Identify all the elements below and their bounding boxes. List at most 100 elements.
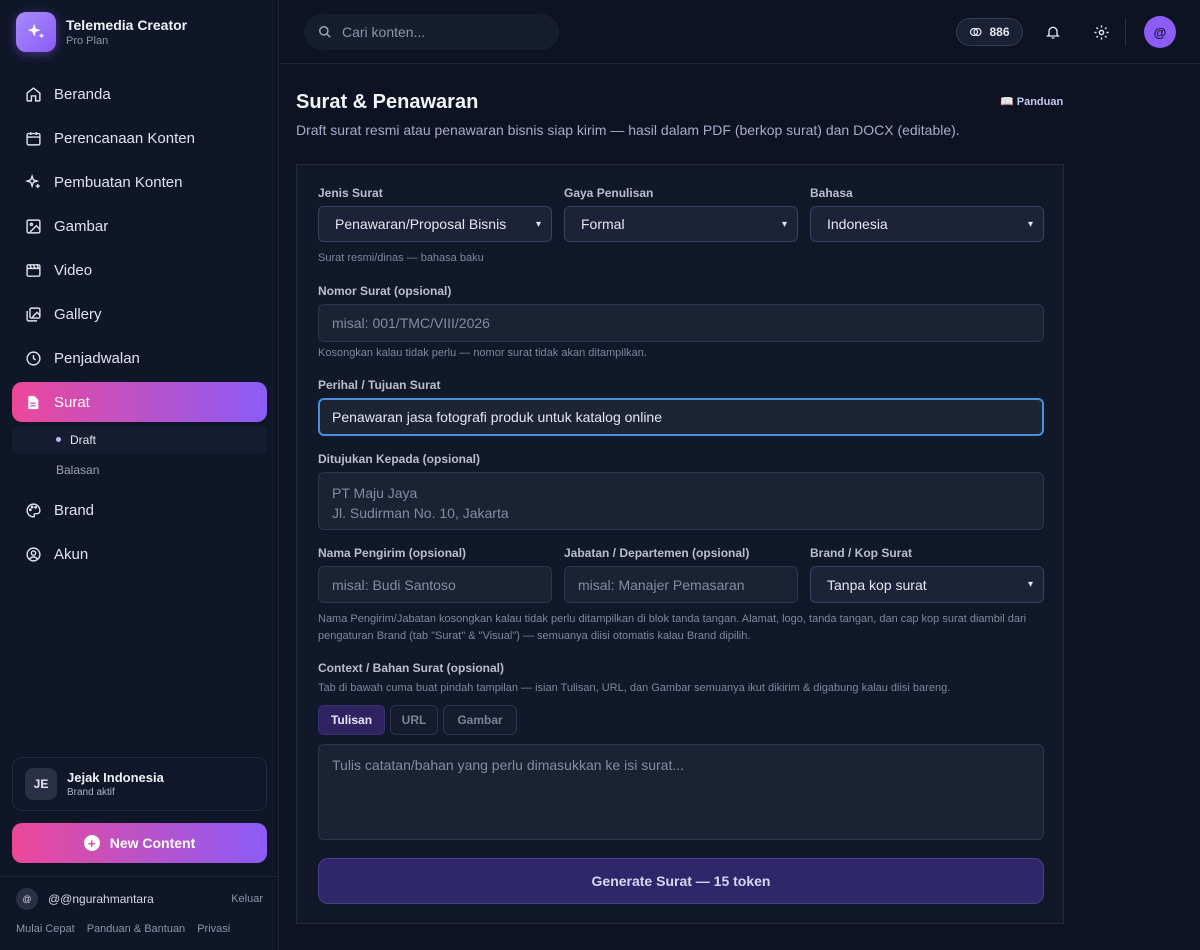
nav-item-brand[interactable]: Brand bbox=[12, 490, 267, 530]
sparkles-logo-icon bbox=[16, 12, 56, 52]
chevron-down-icon: ▾ bbox=[1027, 218, 1033, 230]
footer-link-privasi[interactable]: Privasi bbox=[197, 923, 230, 935]
bell-icon[interactable] bbox=[1041, 20, 1065, 44]
new-content-button[interactable]: + New Content bbox=[12, 823, 267, 863]
jabatan-label: Jabatan / Departemen (opsional) bbox=[564, 546, 750, 560]
generate-button[interactable]: Generate Surat — 15 token bbox=[318, 858, 1044, 904]
coins-icon bbox=[969, 26, 983, 38]
app-logo[interactable]: Telemedia Creator Pro Plan bbox=[16, 12, 187, 52]
clapperboard-icon bbox=[24, 261, 42, 279]
nav-item-gallery[interactable]: Gallery bbox=[12, 294, 267, 334]
nav-item-surat[interactable]: Surat bbox=[12, 382, 267, 422]
main-nav: Beranda Perencanaan Konten Pembuatan Kon… bbox=[12, 74, 267, 578]
context-textarea[interactable] bbox=[318, 744, 1044, 840]
letter-form-card: Jenis Surat Penawaran/Proposal Bisnis ▾ G… bbox=[296, 164, 1064, 924]
nav-label: Beranda bbox=[54, 85, 111, 103]
calendar-icon bbox=[24, 129, 42, 147]
gallery-icon bbox=[24, 305, 42, 323]
surat-subnav: Draft Balasan bbox=[12, 426, 267, 484]
brand-avatar: JE bbox=[25, 768, 57, 800]
nomor-surat-input[interactable] bbox=[318, 304, 1044, 342]
logout-link[interactable]: Keluar bbox=[231, 893, 263, 905]
gaya-label: Gaya Penulisan bbox=[564, 186, 654, 200]
bahasa-select[interactable]: Indonesia ▾ bbox=[810, 206, 1044, 242]
gear-icon[interactable] bbox=[1089, 20, 1113, 44]
footer-links: Mulai Cepat Panduan & Bantuan Privasi bbox=[16, 923, 230, 935]
nav-label: Gallery bbox=[54, 305, 102, 323]
ditujukan-textarea[interactable] bbox=[318, 472, 1044, 530]
jenis-surat-select[interactable]: Penawaran/Proposal Bisnis ▾ bbox=[318, 206, 552, 242]
nav-label: Brand bbox=[54, 501, 95, 519]
nav-label: Pembuatan Konten bbox=[54, 173, 183, 191]
sidebar: Telemedia Creator Pro Plan Beranda Peren… bbox=[0, 0, 279, 950]
nav-label: Video bbox=[54, 261, 93, 279]
user-row: @ @@ngurahmantara Keluar bbox=[16, 888, 263, 910]
nav-item-beranda[interactable]: Beranda bbox=[12, 74, 267, 114]
sidebar-divider bbox=[0, 876, 279, 877]
ditujukan-label: Ditujukan Kepada (opsional) bbox=[318, 452, 481, 466]
nav-item-penjadwalan[interactable]: Penjadwalan bbox=[12, 338, 267, 378]
app-title: Telemedia Creator bbox=[66, 17, 188, 33]
context-help: Tab di bawah cuma buat pindah tampilan —… bbox=[318, 682, 951, 694]
kop-label: Brand / Kop Surat bbox=[810, 546, 913, 560]
nav-item-gambar[interactable]: Gambar bbox=[12, 206, 267, 246]
perihal-label: Perihal / Tujuan Surat bbox=[318, 378, 441, 392]
nav-label: Penjadwalan bbox=[54, 349, 140, 367]
perihal-input[interactable]: Penawaran jasa fotografi produk untuk ka… bbox=[318, 398, 1044, 436]
image-icon bbox=[24, 217, 42, 235]
topbar-divider bbox=[1125, 18, 1126, 46]
token-count: 886 bbox=[989, 25, 1010, 39]
token-balance[interactable]: 886 bbox=[956, 18, 1023, 46]
kop-select[interactable]: Tanpa kop surat ▾ bbox=[810, 566, 1044, 603]
tab-tulisan[interactable]: Tulisan bbox=[318, 705, 385, 735]
nav-item-pembuatan[interactable]: Pembuatan Konten bbox=[12, 162, 267, 202]
chevron-down-icon: ▾ bbox=[535, 218, 541, 230]
home-icon bbox=[24, 85, 42, 103]
tab-url[interactable]: URL bbox=[390, 705, 438, 735]
palette-icon bbox=[24, 501, 42, 519]
footer-link-mulai-cepat[interactable]: Mulai Cepat bbox=[16, 923, 75, 935]
footer-link-panduan[interactable]: Panduan & Bantuan bbox=[87, 923, 185, 935]
page-description: Draft surat resmi atau penawaran bisnis … bbox=[296, 122, 960, 138]
nomor-surat-label: Nomor Surat (opsional) bbox=[318, 284, 452, 298]
user-avatar: @ bbox=[16, 888, 38, 910]
sub-item-draft[interactable]: Draft bbox=[12, 426, 267, 454]
new-content-label: New Content bbox=[109, 835, 196, 851]
nav-label: Akun bbox=[54, 545, 89, 563]
context-label: Context / Bahan Surat (opsional) bbox=[318, 661, 505, 675]
nav-label: Perencanaan Konten bbox=[54, 129, 195, 147]
nomor-surat-help: Kosongkan kalau tidak perlu — nomor sura… bbox=[318, 347, 647, 359]
plus-circle-icon: + bbox=[83, 835, 100, 851]
sparkles-icon bbox=[24, 173, 42, 191]
chevron-down-icon: ▾ bbox=[781, 218, 787, 230]
search-input[interactable] bbox=[342, 24, 542, 40]
nav-item-video[interactable]: Video bbox=[12, 250, 267, 290]
jenis-surat-label: Jenis Surat bbox=[318, 186, 383, 200]
nav-item-perencanaan[interactable]: Perencanaan Konten bbox=[12, 118, 267, 158]
tab-gambar[interactable]: Gambar bbox=[443, 705, 517, 735]
jenis-surat-help: Surat resmi/dinas — bahasa baku bbox=[318, 252, 484, 264]
gaya-select[interactable]: Formal ▾ bbox=[564, 206, 798, 242]
nav-label: Surat bbox=[54, 393, 90, 411]
nav-label: Gambar bbox=[54, 217, 109, 235]
guide-link[interactable]: 📖 Panduan bbox=[1000, 95, 1063, 108]
nav-item-akun[interactable]: Akun bbox=[12, 534, 267, 574]
sub-item-balasan[interactable]: Balasan bbox=[12, 456, 267, 484]
brand-status: Brand aktif bbox=[67, 786, 115, 798]
active-brand-card[interactable]: JE Jejak Indonesia Brand aktif bbox=[12, 757, 267, 811]
sender-help: Nama Pengirim/Jabatan kosongkan kalau ti… bbox=[318, 613, 1027, 642]
brand-name: Jejak Indonesia bbox=[67, 769, 164, 785]
page-title: Surat & Penawaran bbox=[296, 91, 479, 113]
pengirim-label: Nama Pengirim (opsional) bbox=[318, 546, 467, 560]
search-box[interactable] bbox=[304, 14, 559, 50]
app-plan: Pro Plan bbox=[66, 35, 109, 47]
profile-avatar[interactable]: @ bbox=[1144, 16, 1176, 48]
user-circle-icon bbox=[24, 545, 42, 563]
user-handle: @@ngurahmantara bbox=[48, 892, 154, 906]
pengirim-input[interactable] bbox=[318, 566, 552, 603]
document-icon bbox=[24, 393, 42, 411]
clock-icon bbox=[24, 349, 42, 367]
jabatan-input[interactable] bbox=[564, 566, 798, 603]
bahasa-label: Bahasa bbox=[810, 186, 853, 200]
search-icon bbox=[318, 25, 332, 39]
